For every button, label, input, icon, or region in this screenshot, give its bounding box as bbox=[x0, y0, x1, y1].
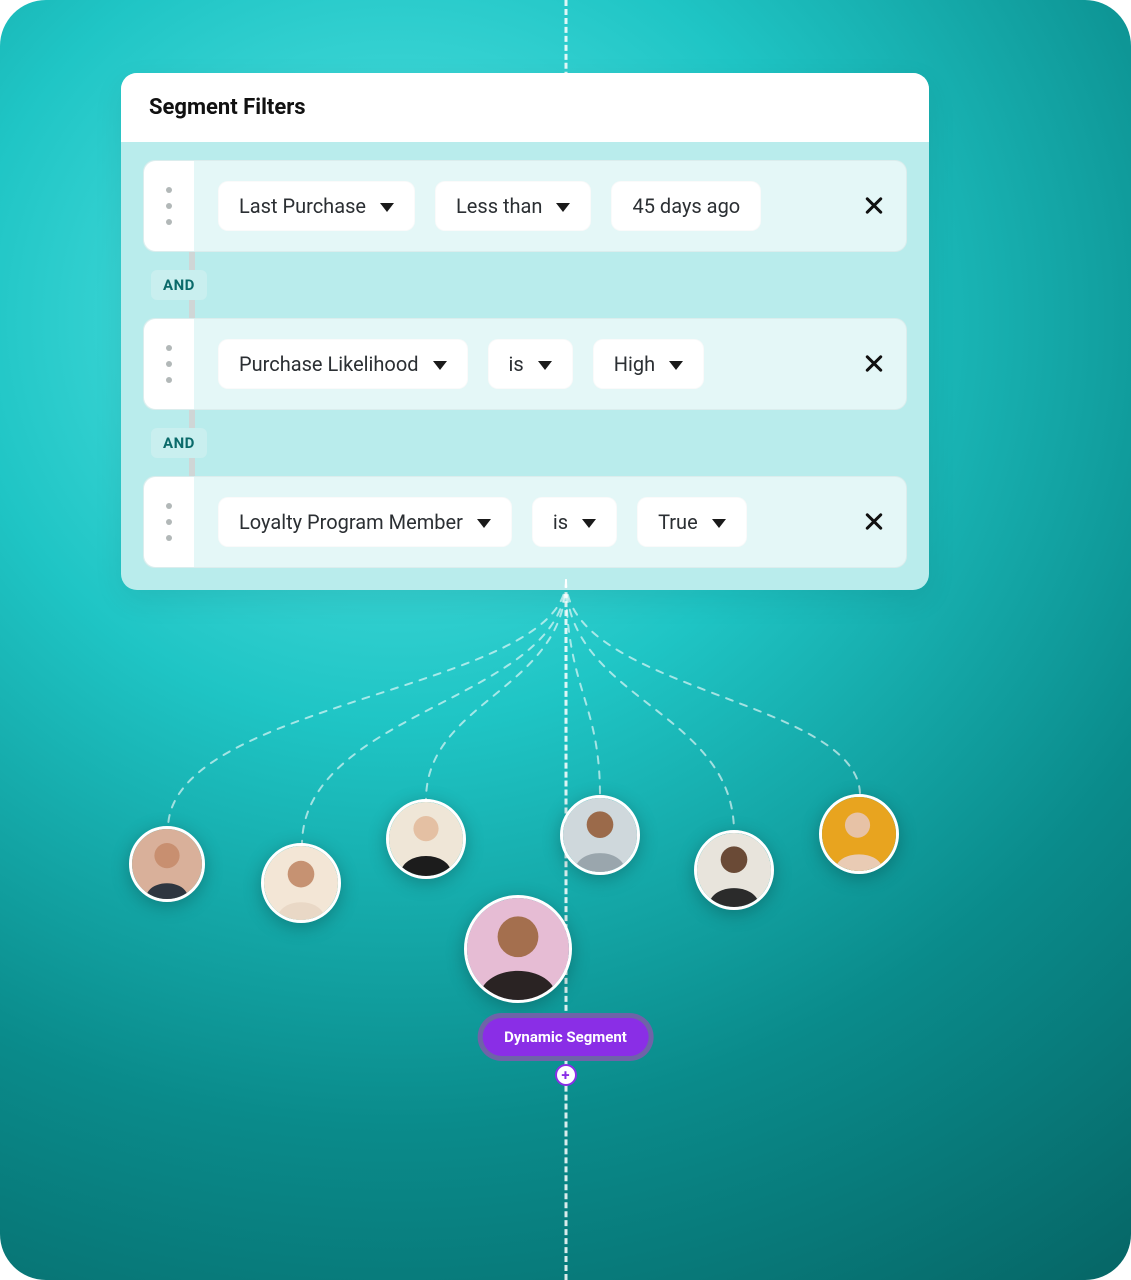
field-label: Purchase Likelihood bbox=[239, 352, 419, 376]
drag-handle[interactable] bbox=[144, 319, 194, 409]
avatar bbox=[560, 795, 640, 875]
remove-filter-button[interactable] bbox=[860, 508, 888, 536]
avatar bbox=[261, 843, 341, 923]
operator-label: is bbox=[509, 352, 524, 376]
field-label: Last Purchase bbox=[239, 194, 366, 218]
dynamic-segment-button[interactable]: Dynamic Segment bbox=[482, 1018, 649, 1056]
filter-pills: Last Purchase Less than 45 days ago bbox=[194, 181, 842, 231]
chevron-down-icon bbox=[477, 519, 491, 528]
field-select[interactable]: Purchase Likelihood bbox=[218, 339, 468, 389]
operator-row: AND bbox=[143, 410, 907, 476]
avatar bbox=[129, 826, 205, 902]
card-header: Segment Filters bbox=[121, 73, 929, 142]
chevron-down-icon bbox=[380, 203, 394, 212]
drag-dot-icon bbox=[166, 535, 172, 541]
canvas: Segment Filters Last Purchase Less tha bbox=[0, 0, 1131, 1280]
segment-filters-card: Segment Filters Last Purchase Less tha bbox=[121, 73, 929, 590]
filter-row: Loyalty Program Member is True bbox=[143, 476, 907, 568]
close-col bbox=[842, 508, 906, 536]
value-label: High bbox=[614, 352, 655, 376]
drag-dot-icon bbox=[166, 361, 172, 367]
and-operator-badge[interactable]: AND bbox=[151, 428, 207, 458]
avatar bbox=[694, 830, 774, 910]
chevron-down-icon bbox=[582, 519, 596, 528]
drag-dot-icon bbox=[166, 187, 172, 193]
value-label: 45 days ago bbox=[632, 194, 740, 218]
add-node-button[interactable]: + bbox=[555, 1064, 577, 1086]
filter-pills: Purchase Likelihood is High bbox=[194, 339, 842, 389]
operator-row: AND bbox=[143, 252, 907, 318]
avatar bbox=[386, 799, 466, 879]
operator-label: Less than bbox=[456, 194, 542, 218]
remove-filter-button[interactable] bbox=[860, 192, 888, 220]
operator-select[interactable]: Less than bbox=[435, 181, 591, 231]
value-input[interactable]: 45 days ago bbox=[611, 181, 761, 231]
drag-dot-icon bbox=[166, 345, 172, 351]
value-select[interactable]: True bbox=[637, 497, 747, 547]
avatar-center bbox=[464, 895, 572, 1003]
close-col bbox=[842, 192, 906, 220]
chevron-down-icon bbox=[433, 361, 447, 370]
operator-select[interactable]: is bbox=[488, 339, 573, 389]
value-select[interactable]: High bbox=[593, 339, 704, 389]
chevron-down-icon bbox=[712, 519, 726, 528]
filter-row: Last Purchase Less than 45 days ago bbox=[143, 160, 907, 252]
drag-handle[interactable] bbox=[144, 161, 194, 251]
and-operator-badge[interactable]: AND bbox=[151, 270, 207, 300]
drag-dot-icon bbox=[166, 377, 172, 383]
chevron-down-icon bbox=[538, 361, 552, 370]
chevron-down-icon bbox=[556, 203, 570, 212]
operator-label: is bbox=[553, 510, 568, 534]
value-label: True bbox=[658, 510, 698, 534]
avatar bbox=[819, 794, 899, 874]
drag-handle[interactable] bbox=[144, 477, 194, 567]
dynamic-segment-wrap: Dynamic Segment bbox=[477, 1013, 654, 1061]
card-title: Segment Filters bbox=[149, 95, 901, 120]
filter-pills: Loyalty Program Member is True bbox=[194, 497, 842, 547]
close-col bbox=[842, 350, 906, 378]
field-select[interactable]: Last Purchase bbox=[218, 181, 415, 231]
filter-row: Purchase Likelihood is High bbox=[143, 318, 907, 410]
drag-dot-icon bbox=[166, 203, 172, 209]
drag-dot-icon bbox=[166, 219, 172, 225]
card-body: Last Purchase Less than 45 days ago bbox=[121, 142, 929, 590]
drag-dot-icon bbox=[166, 519, 172, 525]
operator-select[interactable]: is bbox=[532, 497, 617, 547]
field-label: Loyalty Program Member bbox=[239, 510, 463, 534]
field-select[interactable]: Loyalty Program Member bbox=[218, 497, 512, 547]
drag-dot-icon bbox=[166, 503, 172, 509]
remove-filter-button[interactable] bbox=[860, 350, 888, 378]
chevron-down-icon bbox=[669, 361, 683, 370]
